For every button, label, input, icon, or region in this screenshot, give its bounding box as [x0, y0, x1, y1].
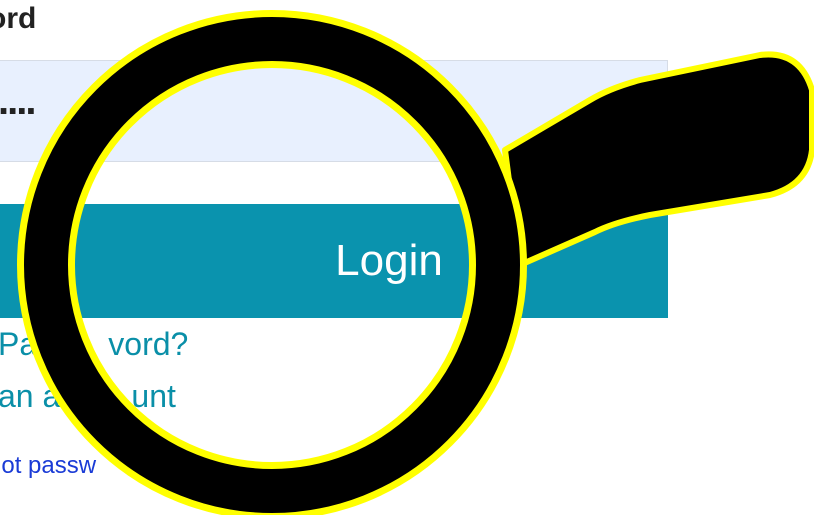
password-input[interactable]: .... — [0, 60, 668, 162]
login-page: ord .... Login Pa vord? an a unt got pas… — [0, 0, 814, 515]
login-button[interactable]: Login — [0, 204, 668, 318]
password-label: ord — [0, 2, 37, 35]
create-account-link[interactable]: an a unt — [0, 378, 176, 415]
forgot-password-small-link[interactable]: got passw — [0, 452, 96, 480]
forgot-password-link[interactable]: Pa vord? — [0, 326, 188, 363]
